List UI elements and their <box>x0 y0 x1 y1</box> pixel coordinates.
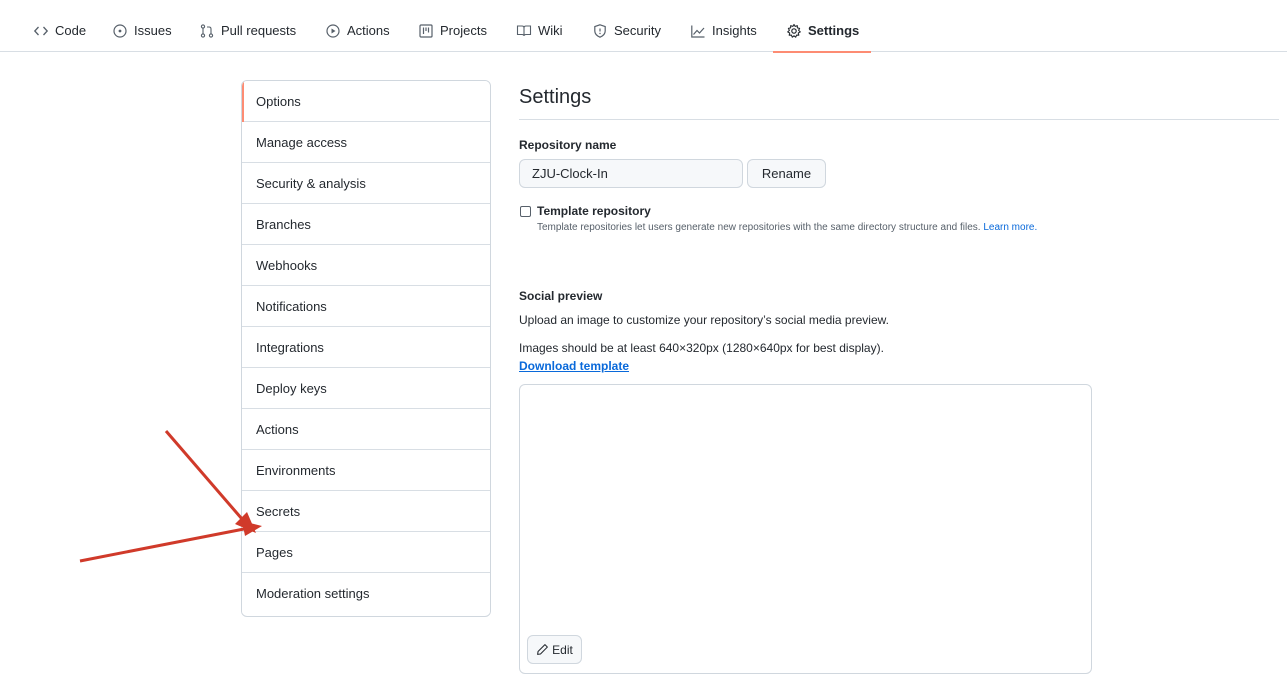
repo-nav: Code Issues Pull requests Actions Projec… <box>0 9 1287 53</box>
tab-code[interactable]: Code <box>33 9 86 52</box>
tab-security[interactable]: Security <box>592 9 661 52</box>
menu-item-label: Actions <box>256 421 299 437</box>
menu-item-deploy-keys[interactable]: Deploy keys <box>242 368 490 409</box>
tab-label: Settings <box>808 23 860 38</box>
tab-label: Wiki <box>538 23 563 38</box>
annotation-arrow-lower <box>79 521 262 563</box>
code-icon <box>33 23 49 39</box>
repository-name-input[interactable] <box>519 159 743 188</box>
tab-label: Pull requests <box>221 23 297 38</box>
shield-icon <box>592 23 608 39</box>
menu-item-label: Integrations <box>256 339 324 355</box>
git-pull-request-icon <box>199 23 215 39</box>
tab-issues[interactable]: Issues <box>112 9 172 52</box>
issue-opened-icon <box>112 23 128 39</box>
learn-more-link[interactable]: Learn more. <box>983 222 1037 233</box>
menu-item-label: Options <box>256 93 301 109</box>
menu-item-webhooks[interactable]: Webhooks <box>242 245 490 286</box>
menu-item-label: Security & analysis <box>256 175 366 191</box>
tab-label: Projects <box>440 23 487 38</box>
menu-item-notifications[interactable]: Notifications <box>242 286 490 327</box>
gear-icon <box>786 23 802 39</box>
active-indicator <box>242 81 244 122</box>
tab-pull-requests[interactable]: Pull requests <box>199 9 296 52</box>
rename-button[interactable]: Rename <box>747 159 826 188</box>
menu-item-pages[interactable]: Pages <box>242 532 490 573</box>
menu-item-moderation-settings[interactable]: Moderation settings <box>242 573 490 614</box>
template-description-text: Template repositories let users generate… <box>537 222 981 233</box>
menu-item-label: Environments <box>256 462 336 478</box>
tab-settings[interactable]: Settings <box>786 9 859 52</box>
tab-insights[interactable]: Insights <box>690 9 757 52</box>
graph-icon <box>690 23 706 39</box>
menu-item-label: Secrets <box>256 503 301 519</box>
menu-item-label: Notifications <box>256 298 327 314</box>
title-divider <box>519 119 1279 120</box>
tab-actions[interactable]: Actions <box>325 9 390 52</box>
menu-item-environments[interactable]: Environments <box>242 450 490 491</box>
download-template-link[interactable]: Download template <box>519 359 629 373</box>
menu-item-options[interactable]: Options <box>242 81 490 122</box>
tab-wiki[interactable]: Wiki <box>516 9 563 52</box>
project-icon <box>418 23 434 39</box>
repository-name-label: Repository name <box>519 138 617 152</box>
edit-button-label: Edit <box>552 642 573 657</box>
edit-social-preview-button[interactable]: Edit <box>527 635 582 664</box>
template-repository-checkbox[interactable] <box>520 206 531 217</box>
menu-item-label: Moderation settings <box>256 586 370 601</box>
page-title: Settings <box>519 86 592 108</box>
menu-item-integrations[interactable]: Integrations <box>242 327 490 368</box>
selected-tab-underline <box>773 51 871 53</box>
menu-item-secrets[interactable]: Secrets <box>242 491 490 532</box>
menu-item-actions[interactable]: Actions <box>242 409 490 450</box>
menu-item-label: Branches <box>256 216 311 232</box>
social-preview-image-area <box>519 384 1092 674</box>
menu-item-manage-access[interactable]: Manage access <box>242 122 490 163</box>
tab-projects[interactable]: Projects <box>418 9 487 52</box>
tab-label: Issues <box>134 23 172 38</box>
menu-item-branches[interactable]: Branches <box>242 204 490 245</box>
play-icon <box>325 23 341 39</box>
social-preview-size-note: Images should be at least 640×320px (128… <box>519 341 884 355</box>
tab-label: Security <box>614 23 661 38</box>
pencil-icon <box>536 643 549 656</box>
settings-menu: Options Manage access Security & analysi… <box>241 80 491 617</box>
menu-item-label: Manage access <box>256 134 348 150</box>
menu-item-label: Pages <box>256 544 293 560</box>
menu-item-label: Deploy keys <box>256 380 327 396</box>
social-preview-description: Upload an image to customize your reposi… <box>519 313 889 327</box>
book-icon <box>516 23 532 39</box>
menu-item-label: Webhooks <box>256 257 318 273</box>
tab-label: Code <box>55 23 87 38</box>
menu-item-security-analysis[interactable]: Security & analysis <box>242 163 490 204</box>
template-repository-label: Template repository <box>537 204 651 218</box>
tab-label: Actions <box>347 23 390 38</box>
template-repository-description: Template repositories let users generate… <box>537 222 1037 233</box>
tab-label: Insights <box>712 23 757 38</box>
social-preview-title: Social preview <box>519 289 603 303</box>
